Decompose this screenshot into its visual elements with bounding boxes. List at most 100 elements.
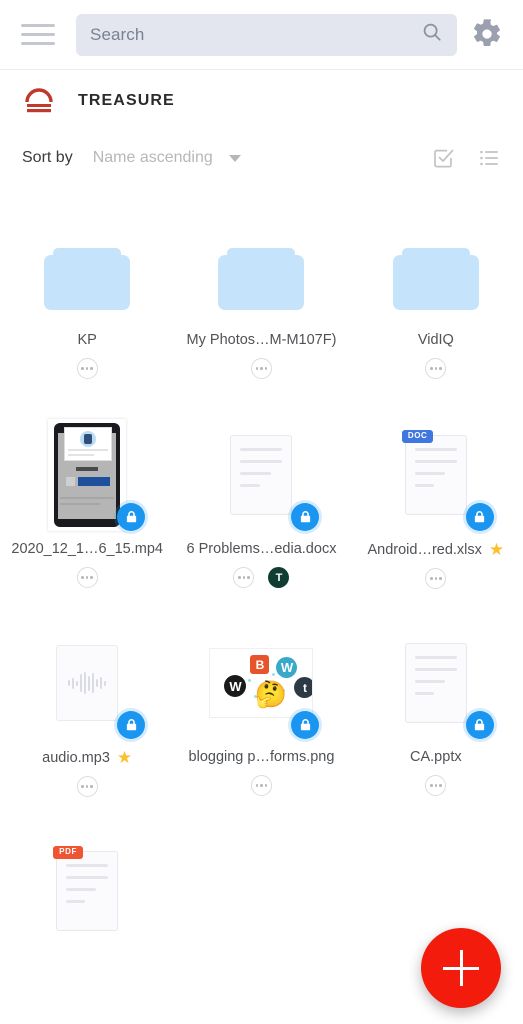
thumbnail[interactable]: [209, 240, 313, 318]
star-icon[interactable]: ★: [489, 541, 504, 558]
overflow-menu-icon[interactable]: [250, 775, 272, 796]
list-view-icon[interactable]: [477, 146, 501, 170]
item-actions: [425, 775, 447, 796]
item-actions: T: [233, 567, 290, 588]
item-actions: [425, 568, 447, 589]
overflow-menu-icon[interactable]: [76, 358, 98, 379]
lock-icon: [465, 711, 494, 739]
page-title: TREASURE: [78, 92, 175, 109]
file-name: 6 Problems…edia.docx: [186, 541, 337, 557]
search-input[interactable]: Search: [76, 13, 457, 56]
tag-badge[interactable]: T: [268, 567, 290, 588]
doc-type-badge: DOC: [401, 430, 434, 443]
grid-item-folder[interactable]: VidIQ: [349, 240, 523, 389]
item-name-row: CA.pptx: [406, 749, 466, 765]
hamburger-menu-icon[interactable]: [18, 15, 58, 55]
item-name-row: 2020_12_1…6_15.mp4: [7, 541, 167, 557]
plus-icon: [459, 950, 463, 986]
video-thumbnail-icon: [48, 419, 127, 531]
document-icon: DOC: [401, 430, 467, 515]
grid-item-document[interactable]: 6 Problems…edia.docx T: [174, 423, 348, 599]
sort-by-value[interactable]: Name ascending: [93, 149, 213, 167]
pdf-document-icon: PDF: [53, 846, 119, 931]
sort-by-label: Sort by: [22, 149, 73, 166]
folder-icon: [392, 248, 479, 310]
item-actions: [250, 358, 272, 379]
grid-item-video[interactable]: 2020_12_1…6_15.mp4: [0, 419, 174, 599]
grid-item-placeholder: [174, 839, 348, 953]
grid-item-document[interactable]: DOC Android…red.xlsx ★: [349, 423, 523, 599]
add-button[interactable]: [421, 928, 501, 1008]
item-name-row: blogging p…forms.png: [185, 749, 339, 765]
grid-row: KP My Photos…M-M107F) VidIQ: [0, 240, 523, 389]
file-name: 2020_12_1…6_15.mp4: [11, 541, 163, 557]
file-manager-screen: Search TREASURE Sort by Name ascending K…: [0, 0, 523, 1024]
chevron-down-icon[interactable]: [228, 154, 241, 162]
item-actions: [425, 358, 447, 379]
thumbnail[interactable]: [384, 240, 488, 318]
item-name-row: KP: [73, 332, 100, 348]
top-app-bar: Search: [0, 0, 523, 70]
thinking-face-emoji: 🤔: [254, 679, 287, 709]
audio-waveform-icon: [56, 645, 119, 721]
lock-icon: [117, 711, 146, 739]
star-icon[interactable]: ★: [117, 749, 132, 766]
thumbnail[interactable]: W B W t 🤔: [209, 631, 320, 739]
item-actions: [250, 775, 272, 796]
lock-icon: [291, 711, 320, 739]
file-name: Android…red.xlsx: [367, 541, 482, 558]
file-name: CA.pptx: [410, 749, 462, 765]
grid-item-folder[interactable]: My Photos…M-M107F): [174, 240, 348, 389]
overflow-menu-icon[interactable]: [425, 568, 447, 589]
search-icon[interactable]: [421, 21, 443, 48]
item-actions: [76, 776, 98, 797]
thumbnail[interactable]: [35, 419, 146, 531]
wordpress-icon: W: [276, 657, 298, 678]
document-icon: [230, 435, 293, 515]
grid-item-pdf[interactable]: PDF: [0, 839, 174, 953]
grid-item-image[interactable]: W B W t 🤔 blogging p…forms.png: [174, 631, 348, 807]
overflow-menu-icon[interactable]: [76, 776, 98, 797]
grid-item-document[interactable]: CA.pptx: [349, 631, 523, 807]
grid-item-audio[interactable]: audio.mp3 ★: [0, 631, 174, 807]
item-name-row: audio.mp3 ★: [38, 749, 136, 766]
file-name: audio.mp3: [42, 749, 110, 766]
pdf-type-badge: PDF: [53, 846, 83, 859]
file-name: VidIQ: [417, 332, 454, 348]
thumbnail[interactable]: [35, 631, 146, 739]
file-grid: KP My Photos…M-M107F) VidIQ 2020_12_1…6_…: [0, 184, 523, 953]
tumblr-icon: t: [294, 677, 313, 698]
thumbnail[interactable]: PDF: [35, 839, 139, 943]
grid-row: audio.mp3 ★ W B W t 🤔 blogging p…forms.p…: [0, 631, 523, 807]
file-name: blogging p…forms.png: [188, 749, 335, 765]
item-actions: [76, 358, 98, 379]
overflow-menu-icon[interactable]: [233, 567, 255, 588]
file-name: My Photos…M-M107F): [186, 332, 337, 348]
sort-bar: Sort by Name ascending: [0, 132, 523, 184]
thumbnail[interactable]: [384, 631, 494, 739]
wordpress-icon: W: [224, 675, 247, 697]
item-name-row: VidIQ: [414, 332, 458, 348]
overflow-menu-icon[interactable]: [425, 775, 447, 796]
overflow-menu-icon[interactable]: [76, 567, 98, 588]
checkbox-check-icon[interactable]: [431, 146, 455, 170]
treasure-logo-icon: [22, 88, 56, 114]
lock-icon: [117, 503, 146, 531]
overflow-menu-icon[interactable]: [425, 358, 447, 379]
item-name-row: 6 Problems…edia.docx: [183, 541, 341, 557]
item-actions: [76, 567, 98, 588]
gear-icon[interactable]: [471, 18, 505, 52]
thumbnail[interactable]: [209, 423, 320, 531]
lock-icon: [291, 503, 320, 531]
thumbnail[interactable]: DOC: [384, 423, 494, 531]
overflow-menu-icon[interactable]: [250, 358, 272, 379]
file-name: KP: [77, 332, 97, 348]
item-name-row: My Photos…M-M107F): [183, 332, 341, 348]
grid-item-folder[interactable]: KP: [0, 240, 174, 389]
breadcrumb: TREASURE: [0, 70, 523, 132]
folder-icon: [44, 248, 131, 310]
document-icon: [404, 643, 467, 723]
item-name-row: Android…red.xlsx ★: [363, 541, 508, 558]
thumbnail[interactable]: [35, 240, 139, 318]
image-thumbnail-icon: W B W t 🤔: [209, 648, 314, 718]
